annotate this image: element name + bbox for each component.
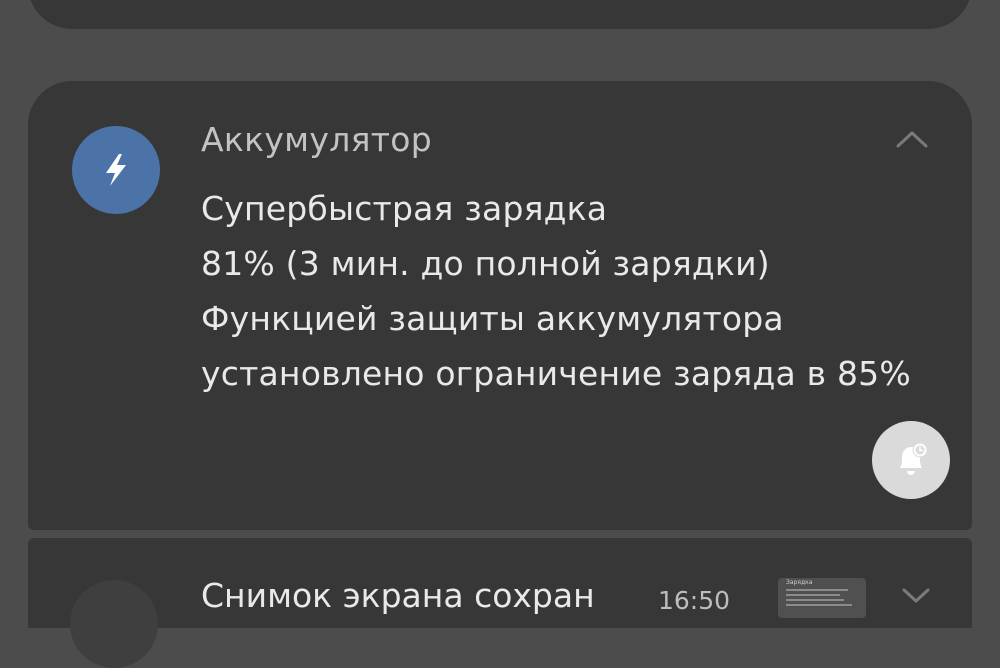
- previous-notification-card[interactable]: [28, 0, 972, 29]
- lightning-bolt-icon: [106, 154, 126, 186]
- snooze-bell-icon: [900, 442, 928, 475]
- battery-protection-text-line1: Функцией защиты аккумулятора: [201, 299, 784, 338]
- snooze-button[interactable]: [872, 421, 950, 499]
- notification-app-name: Аккумулятор: [201, 120, 432, 159]
- charging-status-text: 81% (3 мин. до полной зарядки): [201, 244, 770, 283]
- thumbnail-text-line: [786, 594, 840, 596]
- battery-app-icon: [72, 126, 160, 214]
- thumbnail-caption: Зарядка: [786, 579, 813, 586]
- screenshot-notification-time: 16:50: [658, 586, 731, 615]
- screenshot-notification-title: Снимок экрана сохран: [201, 576, 595, 615]
- screenshot-thumbnail[interactable]: Зарядка: [778, 578, 866, 618]
- collapse-chevron-up-icon[interactable]: [890, 126, 934, 154]
- screenshot-app-icon: [70, 580, 158, 668]
- battery-protection-text-line2: установлено ограничение заряда в 85%: [201, 354, 911, 393]
- expand-chevron-down-icon[interactable]: [898, 584, 934, 606]
- notification-title: Супербыстрая зарядка: [201, 189, 608, 228]
- thumbnail-text-line: [786, 599, 844, 601]
- thumbnail-text-line: [786, 589, 848, 591]
